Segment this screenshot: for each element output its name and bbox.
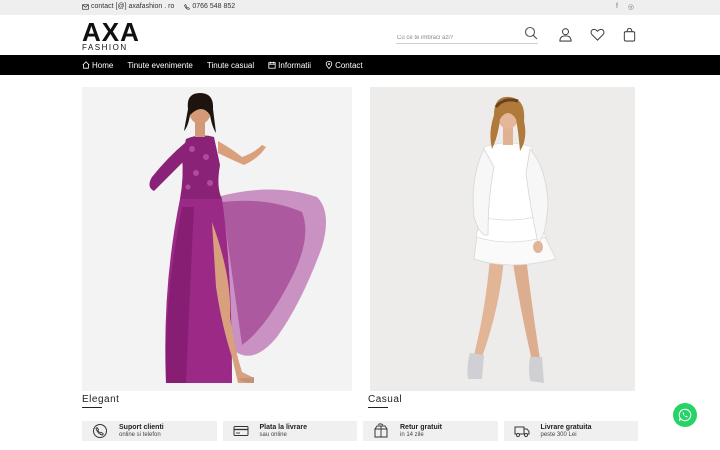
- feature-subtitle: peste 300 Lei: [540, 432, 577, 438]
- nav-item-informatii[interactable]: Informatii: [268, 61, 311, 70]
- envelope-icon: [82, 3, 89, 10]
- nav-item-label: Contact: [335, 60, 363, 70]
- elegant-dress-photo: [82, 87, 352, 391]
- category-label-casual[interactable]: Casual: [368, 394, 402, 408]
- feature-subtitle: sau online: [259, 432, 287, 438]
- whatsapp-chat-button[interactable]: [673, 403, 697, 427]
- casual-dress-photo: [370, 87, 635, 391]
- search-input[interactable]: [396, 30, 514, 46]
- nav-item-tinute-casual[interactable]: Tinute casual: [207, 61, 254, 70]
- nav-item-contact[interactable]: Contact: [325, 61, 363, 70]
- feature-delivery: Livrare gratuita peste 300 Lei: [503, 421, 638, 441]
- feature-title: Suport clienti: [119, 424, 164, 431]
- email-text: contact [@] axafashion . ro: [91, 3, 175, 10]
- email-link[interactable]: contact [@] axafashion . ro: [82, 3, 174, 10]
- whatsapp-icon: [678, 408, 692, 422]
- nav-item-tinute-evenimente[interactable]: Tinute evenimente: [127, 61, 193, 70]
- logo-sub-text: FASHION: [82, 43, 128, 52]
- phone-support-icon: [93, 424, 107, 438]
- nav-item-label: Tinute evenimente: [127, 60, 193, 70]
- top-bar: contact [@] axafashion . ro 0766 548 852…: [0, 0, 720, 15]
- social-links: f ◎: [616, 3, 634, 11]
- delivery-truck-icon: [514, 426, 529, 437]
- category-card-casual[interactable]: [370, 87, 635, 391]
- nav-item-home[interactable]: Home: [82, 61, 113, 70]
- wishlist-heart-icon[interactable]: [590, 27, 605, 42]
- feature-title: Plata la livrare: [259, 424, 307, 431]
- phone-icon: [184, 3, 191, 10]
- phone-text: 0766 548 852: [192, 3, 236, 10]
- home-icon: [82, 61, 90, 69]
- search-box: [396, 26, 538, 46]
- site-logo[interactable]: AXA FASHION: [82, 17, 156, 52]
- return-box-icon: [374, 423, 388, 438]
- feature-subtitle: online si telefon: [119, 432, 161, 438]
- location-pin-icon: [325, 61, 333, 69]
- shopping-bag-icon[interactable]: [622, 27, 637, 42]
- nav-item-label: Tinute casual: [206, 60, 255, 70]
- category-label-elegant[interactable]: Elegant: [82, 394, 119, 408]
- nav-item-label: Informatii: [278, 60, 312, 70]
- user-account-icon[interactable]: [558, 27, 573, 42]
- category-card-elegant[interactable]: [82, 87, 352, 391]
- site-header: AXA FASHION: [0, 15, 720, 55]
- feature-support: Suport clienti online si telefon: [82, 421, 217, 441]
- feature-title: Livrare gratuita: [540, 424, 592, 431]
- contact-info: contact [@] axafashion . ro 0766 548 852: [82, 3, 235, 10]
- search-icon[interactable]: [524, 26, 538, 40]
- feature-payment: Plata la livrare sau online: [222, 421, 357, 441]
- phone-link[interactable]: 0766 548 852: [184, 3, 235, 10]
- instagram-icon[interactable]: ◎: [628, 3, 634, 11]
- logo-main-text: AXA: [82, 17, 140, 47]
- nav-item-label: Home: [92, 60, 114, 70]
- feature-returns: Retur gratuit in 14 zile: [363, 421, 498, 441]
- feature-subtitle: in 14 zile: [400, 432, 424, 438]
- features-strip: Suport clienti online si telefon Plata l…: [82, 421, 638, 441]
- feature-title: Retur gratuit: [400, 424, 442, 431]
- calendar-icon: [268, 61, 276, 69]
- facebook-icon[interactable]: f: [616, 3, 618, 11]
- main-navigation: Home Tinute evenimente Tinute casual Inf…: [0, 55, 720, 75]
- credit-card-icon: [233, 426, 248, 436]
